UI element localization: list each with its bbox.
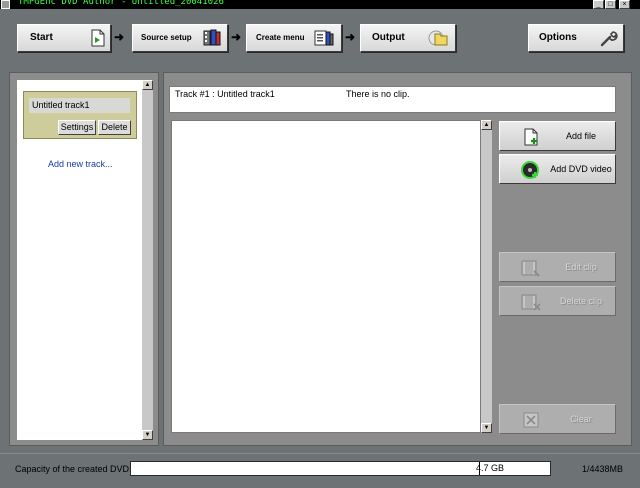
menu-layout-icon <box>314 30 334 46</box>
track-list-scrollbar[interactable]: ▲ ▼ <box>142 80 153 440</box>
folder-disc-icon <box>428 30 448 46</box>
step-output-label: Output <box>372 32 405 43</box>
track-name-box[interactable]: Untitled track1 <box>29 98 130 113</box>
add-dvd-icon <box>521 161 539 179</box>
step-start-label: Start <box>30 32 53 43</box>
clear-icon <box>523 412 539 428</box>
clear-button[interactable]: Clear <box>499 404 616 434</box>
step-arrow-icon: ➜ <box>345 30 356 44</box>
step-arrow-icon: ➜ <box>114 30 125 44</box>
step-create-menu-label: Create menu <box>256 33 305 42</box>
scroll-down-icon[interactable]: ▼ <box>142 430 153 440</box>
capacity-label: Capacity of the created DVD: <box>15 464 132 474</box>
track-name: Untitled track1 <box>32 100 90 110</box>
step-arrow-icon: ➜ <box>231 30 242 44</box>
step-create-menu-button[interactable]: Create menu <box>246 24 342 52</box>
track-title: Track #1 : Untitled track1 <box>175 89 275 99</box>
scroll-up-icon[interactable]: ▲ <box>481 120 492 130</box>
capacity-bar: 4.7 GB <box>130 461 551 476</box>
track-header: Track #1 : Untitled track1 There is no c… <box>169 86 616 113</box>
title-bar: TMPGEnc DVD Author - Untitled_20041026 _… <box>0 0 640 9</box>
film-books-icon <box>203 29 221 46</box>
track-settings-button[interactable]: Settings <box>58 120 96 135</box>
track-delete-button[interactable]: Delete <box>98 120 131 135</box>
clear-label: Clear <box>570 414 592 424</box>
step-output-button[interactable]: Output <box>360 24 456 52</box>
options-button[interactable]: Options <box>528 24 624 52</box>
window-title: TMPGEnc DVD Author - Untitled_20041026 <box>18 0 224 7</box>
add-file-button[interactable]: Add file <box>499 121 616 151</box>
delete-clip-label: Delete clip <box>559 296 603 306</box>
step-source-setup-label: Source setup <box>141 33 192 42</box>
disc-capacity-value: 4.7 GB <box>476 463 505 473</box>
scroll-down-icon[interactable]: ▼ <box>481 423 492 433</box>
track-card[interactable]: Untitled track1 Settings Delete <box>23 91 137 139</box>
add-file-icon <box>524 128 538 146</box>
step-source-setup-button[interactable]: Source setup <box>132 24 228 52</box>
size-readout: 1/4438MB <box>582 464 624 474</box>
delete-clip-icon <box>521 294 541 311</box>
clip-status: There is no clip. <box>346 89 410 99</box>
wrench-icon <box>600 31 618 47</box>
clip-list-scrollbar[interactable]: ▲ ▼ <box>481 120 492 433</box>
app-icon[interactable] <box>1 0 10 9</box>
add-new-track-link[interactable]: Add new track... <box>48 159 113 169</box>
maximize-button[interactable]: □ <box>605 0 616 9</box>
edit-clip-button[interactable]: Edit clip <box>499 252 616 282</box>
add-dvd-video-label: Add DVD video <box>550 164 612 174</box>
add-file-label: Add file <box>565 131 597 141</box>
minimize-button[interactable]: _ <box>593 0 604 9</box>
scroll-up-icon[interactable]: ▲ <box>142 80 153 90</box>
close-button[interactable]: × <box>619 0 630 9</box>
edit-clip-icon <box>521 260 540 277</box>
document-arrow-icon <box>91 29 105 47</box>
options-label: Options <box>539 32 577 43</box>
step-start-button[interactable]: Start <box>17 24 111 52</box>
edit-clip-label: Edit clip <box>565 262 597 272</box>
clip-list[interactable] <box>171 120 481 433</box>
add-dvd-video-button[interactable]: Add DVD video <box>499 154 616 184</box>
delete-clip-button[interactable]: Delete clip <box>499 286 616 316</box>
